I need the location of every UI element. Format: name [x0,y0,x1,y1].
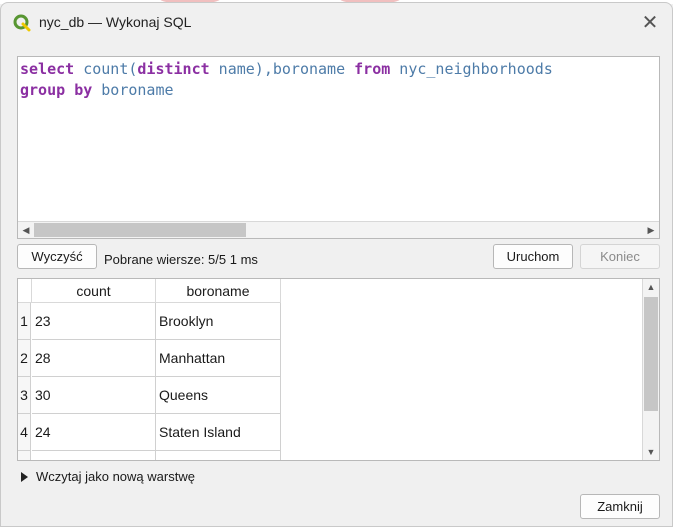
table-cell[interactable]: 28 [32,340,156,377]
status-text: Pobrane wiersze: 5/5 1 ms [104,252,258,267]
table-cell[interactable] [32,451,156,460]
titlebar: nyc_db — Wykonaj SQL ✕ [1,3,672,43]
sql-code[interactable]: select count(distinct name),boroname fro… [20,59,553,101]
table-cell[interactable] [156,451,281,460]
scroll-down-icon[interactable]: ▼ [643,444,659,460]
row-number[interactable]: 1 [18,303,31,340]
table-cell[interactable]: Queens [156,377,281,414]
close-button[interactable]: Zamknij [580,494,660,519]
sql-dialog: nyc_db — Wykonaj SQL ✕ select count(dist… [0,2,673,527]
table-cell[interactable]: Manhattan [156,340,281,377]
row-number[interactable]: 2 [18,340,31,377]
scrollbar-thumb[interactable] [644,297,658,411]
sql-keyword: distinct [137,60,210,78]
stop-button[interactable]: Koniec [580,244,660,269]
table-cell[interactable]: 24 [32,414,156,451]
table-cell[interactable]: 30 [32,377,156,414]
table-cell[interactable]: Brooklyn [156,303,281,340]
qgis-logo-icon [13,14,31,32]
sql-editor[interactable]: select count(distinct name),boroname fro… [17,56,660,239]
close-icon[interactable]: ✕ [637,11,663,37]
vertical-scrollbar[interactable]: ▲ ▼ [642,279,659,460]
expander-label: Wczytaj jako nową warstwę [36,469,195,484]
sql-identifier: boroname [92,81,174,99]
scrollbar-thumb[interactable] [34,223,246,237]
sql-identifier: nyc_neighborhoods [390,60,553,78]
column-header[interactable]: boroname [156,279,281,303]
row-number[interactable]: 3 [18,377,31,414]
row-number[interactable] [18,451,31,460]
scroll-right-icon[interactable]: ▶ [643,222,659,238]
run-button[interactable]: Uruchom [493,244,573,269]
load-as-layer-expander[interactable]: Wczytaj jako nową warstwę [21,469,195,484]
scroll-up-icon[interactable]: ▲ [643,279,659,295]
clear-button[interactable]: Wyczyść [17,244,97,269]
column-header[interactable]: count [32,279,156,303]
results-table: count boroname 1 23 Brooklyn 2 28 Manhat… [17,278,660,461]
sql-keyword: group [20,81,66,99]
table-cell[interactable]: Staten Island [156,414,281,451]
scroll-left-icon[interactable]: ◀ [18,222,34,238]
sql-function: count( [83,60,138,78]
table-corner [18,279,32,303]
window-title: nyc_db — Wykonaj SQL [39,14,192,30]
horizontal-scrollbar[interactable]: ◀ ▶ [18,221,659,238]
sql-identifier: name),boroname [209,60,355,78]
sql-keyword: from [354,60,391,78]
row-number[interactable]: 4 [18,414,31,451]
triangle-right-icon[interactable] [21,472,28,482]
table-cell[interactable]: 23 [32,303,156,340]
sql-keyword: select [20,60,75,78]
sql-keyword: by [74,81,93,99]
